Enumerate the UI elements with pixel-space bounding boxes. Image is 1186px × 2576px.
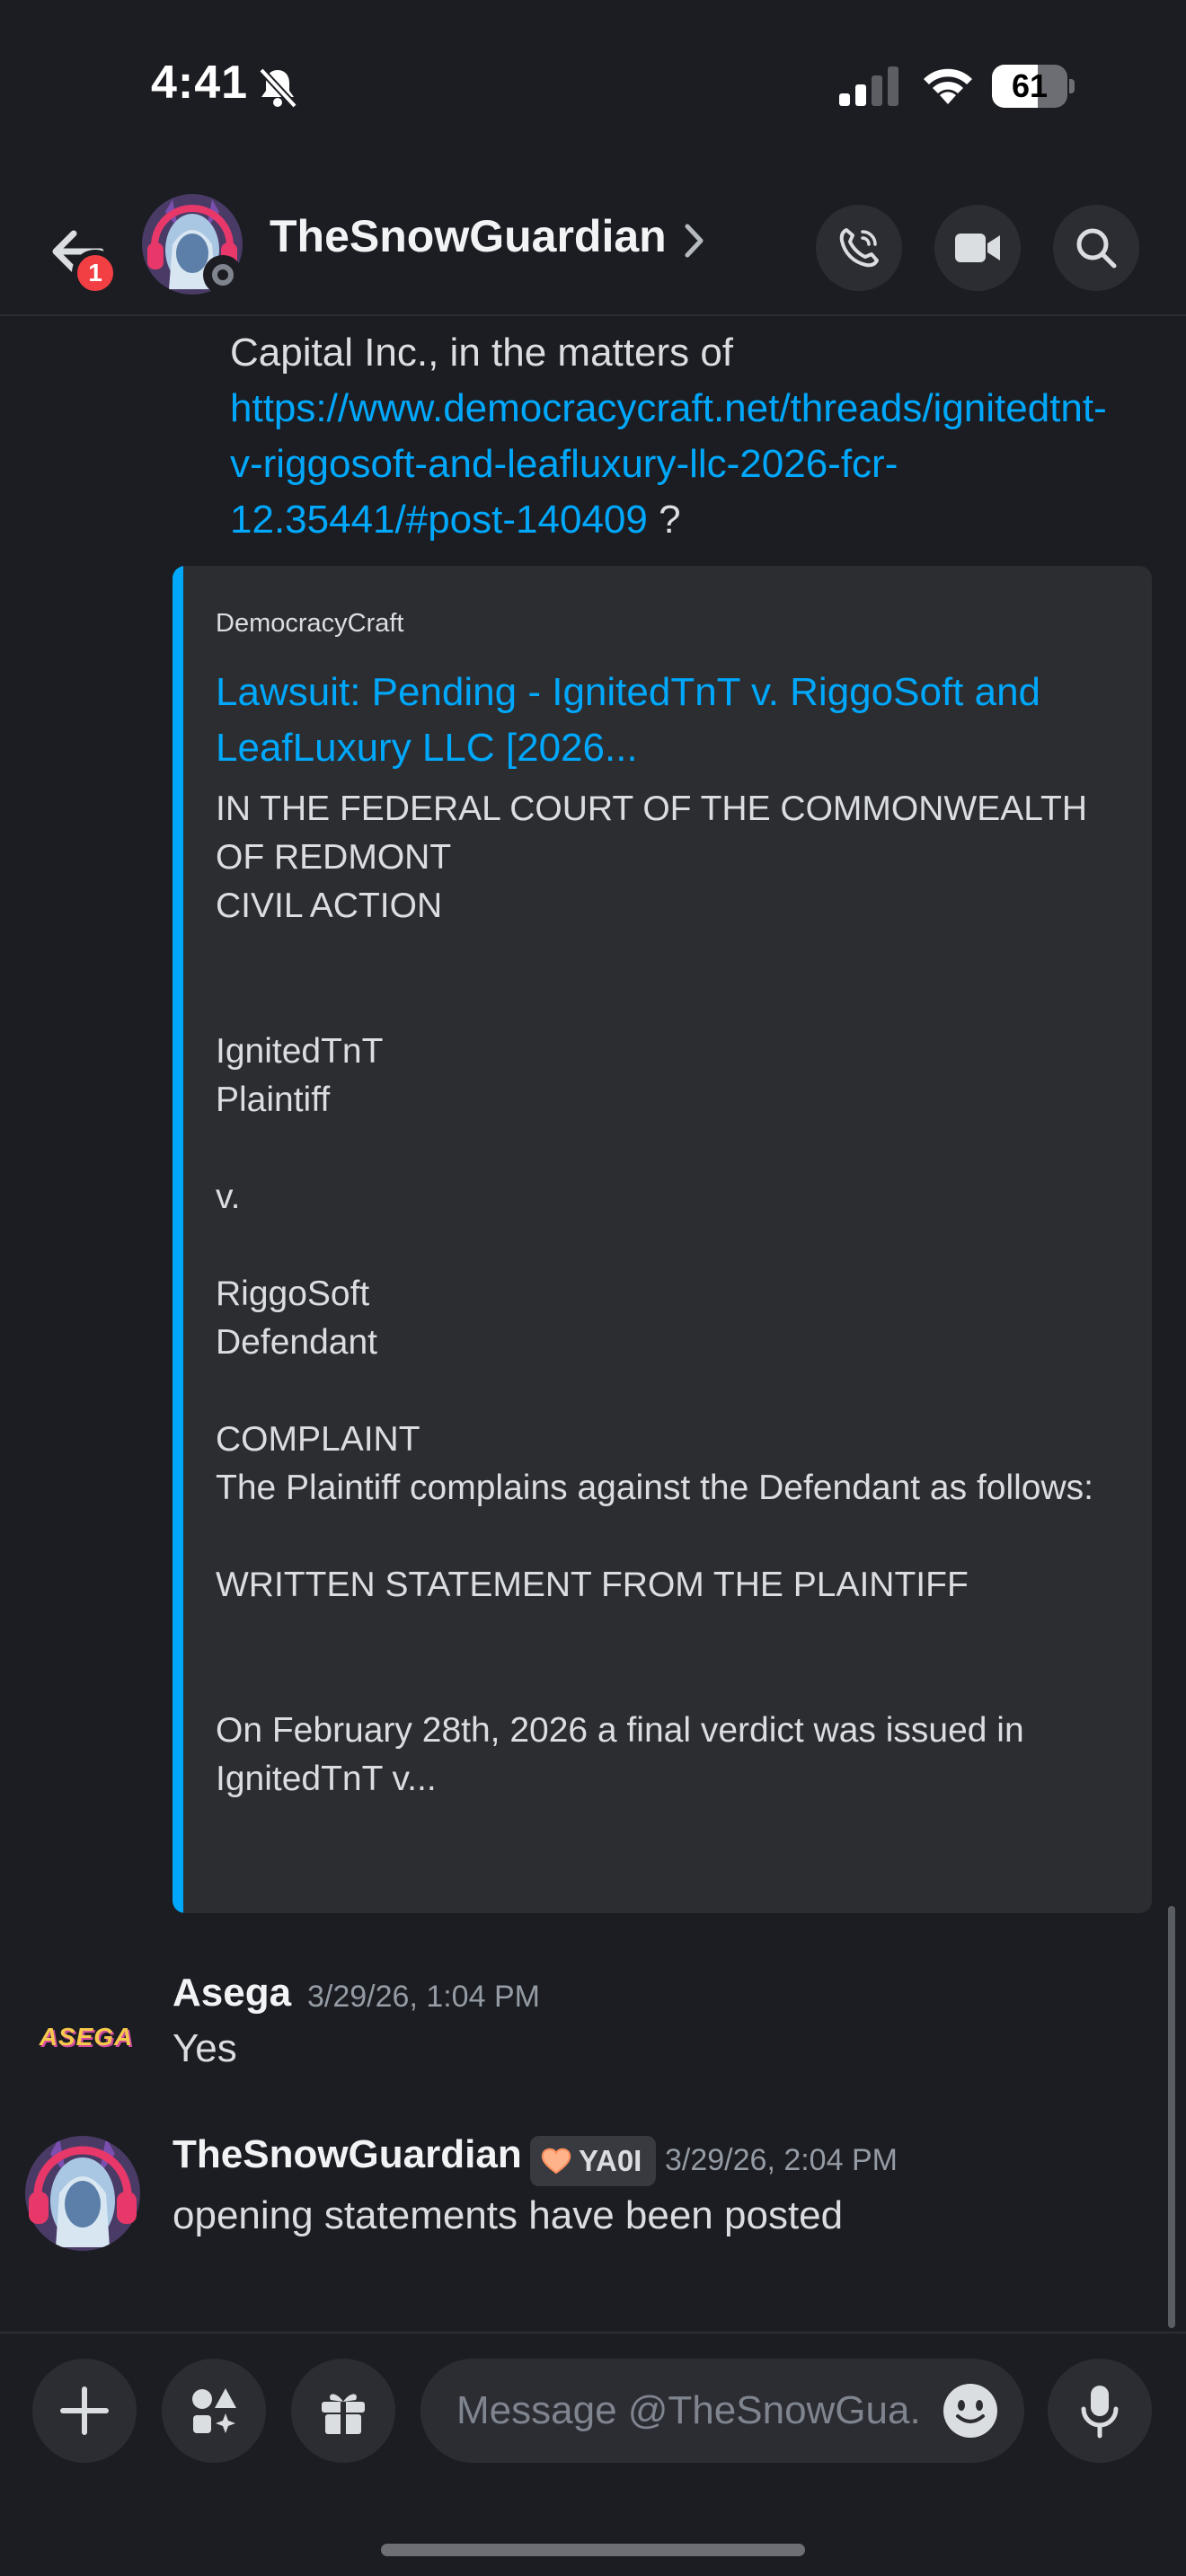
apps-button[interactable] bbox=[162, 2359, 266, 2463]
status-time: 4:41 bbox=[151, 57, 249, 109]
video-camera-icon bbox=[955, 234, 1000, 262]
message-composer: Message @TheSnowGua.. bbox=[0, 2332, 1186, 2576]
message-author[interactable]: Asega bbox=[173, 1971, 291, 2016]
message-timestamp: 3/29/26, 2:04 PM bbox=[665, 2143, 898, 2177]
add-attachment-button[interactable] bbox=[32, 2359, 137, 2463]
asega-avatar-logo: ASEGA bbox=[39, 2023, 134, 2051]
battery-indicator: 61 bbox=[992, 65, 1075, 108]
message-list[interactable]: Capital Inc., in the matters of https://… bbox=[0, 316, 1186, 2332]
message-author[interactable]: TheSnowGuardian bbox=[173, 2132, 522, 2177]
emoji-icon[interactable] bbox=[942, 2382, 999, 2439]
peach-heart-icon bbox=[541, 2148, 571, 2175]
status-bar: 4:41 61 bbox=[0, 0, 1186, 171]
message-text: opening statements have been posted bbox=[173, 2193, 844, 2237]
apps-shapes-icon bbox=[192, 2388, 236, 2433]
search-icon bbox=[1076, 228, 1117, 269]
message-text-prefix: Capital Inc., in the matters of bbox=[230, 331, 734, 375]
voice-call-button[interactable] bbox=[816, 205, 902, 291]
cellular-signal-icon bbox=[839, 66, 898, 106]
search-button[interactable] bbox=[1053, 205, 1139, 291]
video-call-button[interactable] bbox=[934, 205, 1021, 291]
server-tag-label: YA0I bbox=[579, 2144, 642, 2177]
scrollbar[interactable] bbox=[1168, 1906, 1175, 2328]
dm-header: 1 TheSnowGuardian bbox=[0, 171, 1186, 316]
microphone-icon bbox=[1081, 2386, 1119, 2439]
phone-icon bbox=[839, 228, 879, 268]
message-input-placeholder: Message @TheSnowGua.. bbox=[456, 2388, 924, 2432]
message-continued-text: Capital Inc., in the matters of https://… bbox=[230, 325, 1128, 548]
gift-icon bbox=[322, 2394, 365, 2434]
embed-provider: DemocracyCraft bbox=[216, 609, 404, 638]
message-timestamp: 3/29/26, 1:04 PM bbox=[307, 1980, 540, 2014]
plus-icon bbox=[60, 2386, 109, 2435]
battery-percent: 61 bbox=[1011, 67, 1049, 104]
home-indicator[interactable] bbox=[381, 2544, 805, 2556]
dm-screen: 4:41 61 1 TheSnowGuardian Capital Inc., … bbox=[0, 0, 1186, 2576]
bell-muted-icon bbox=[259, 67, 297, 109]
voice-message-button[interactable] bbox=[1048, 2359, 1152, 2463]
wifi-icon bbox=[924, 68, 972, 104]
message-text-suffix: ? bbox=[647, 498, 681, 542]
message-text: Yes bbox=[173, 2026, 237, 2070]
chevron-right-icon[interactable] bbox=[683, 221, 706, 260]
gift-button[interactable] bbox=[291, 2359, 395, 2463]
embed-description: IN THE FEDERAL COURT OF THE COMMONWEALTH… bbox=[216, 790, 1093, 1798]
message-input[interactable]: Message @TheSnowGua.. bbox=[420, 2359, 1024, 2463]
embed-title[interactable]: Lawsuit: Pending - IgnitedTnT v. RiggoSo… bbox=[216, 665, 1114, 776]
embed-accent-bar bbox=[173, 566, 183, 1913]
avatar[interactable]: ASEGA bbox=[25, 1980, 147, 2102]
unread-badge: 1 bbox=[72, 250, 119, 296]
server-tag[interactable]: YA0I bbox=[530, 2136, 657, 2186]
offline-status-icon bbox=[203, 255, 243, 295]
avatar[interactable] bbox=[20, 2130, 146, 2256]
link-embed: DemocracyCraft Lawsuit: Pending - Ignite… bbox=[173, 566, 1152, 1913]
header-title[interactable]: TheSnowGuardian bbox=[270, 210, 667, 262]
